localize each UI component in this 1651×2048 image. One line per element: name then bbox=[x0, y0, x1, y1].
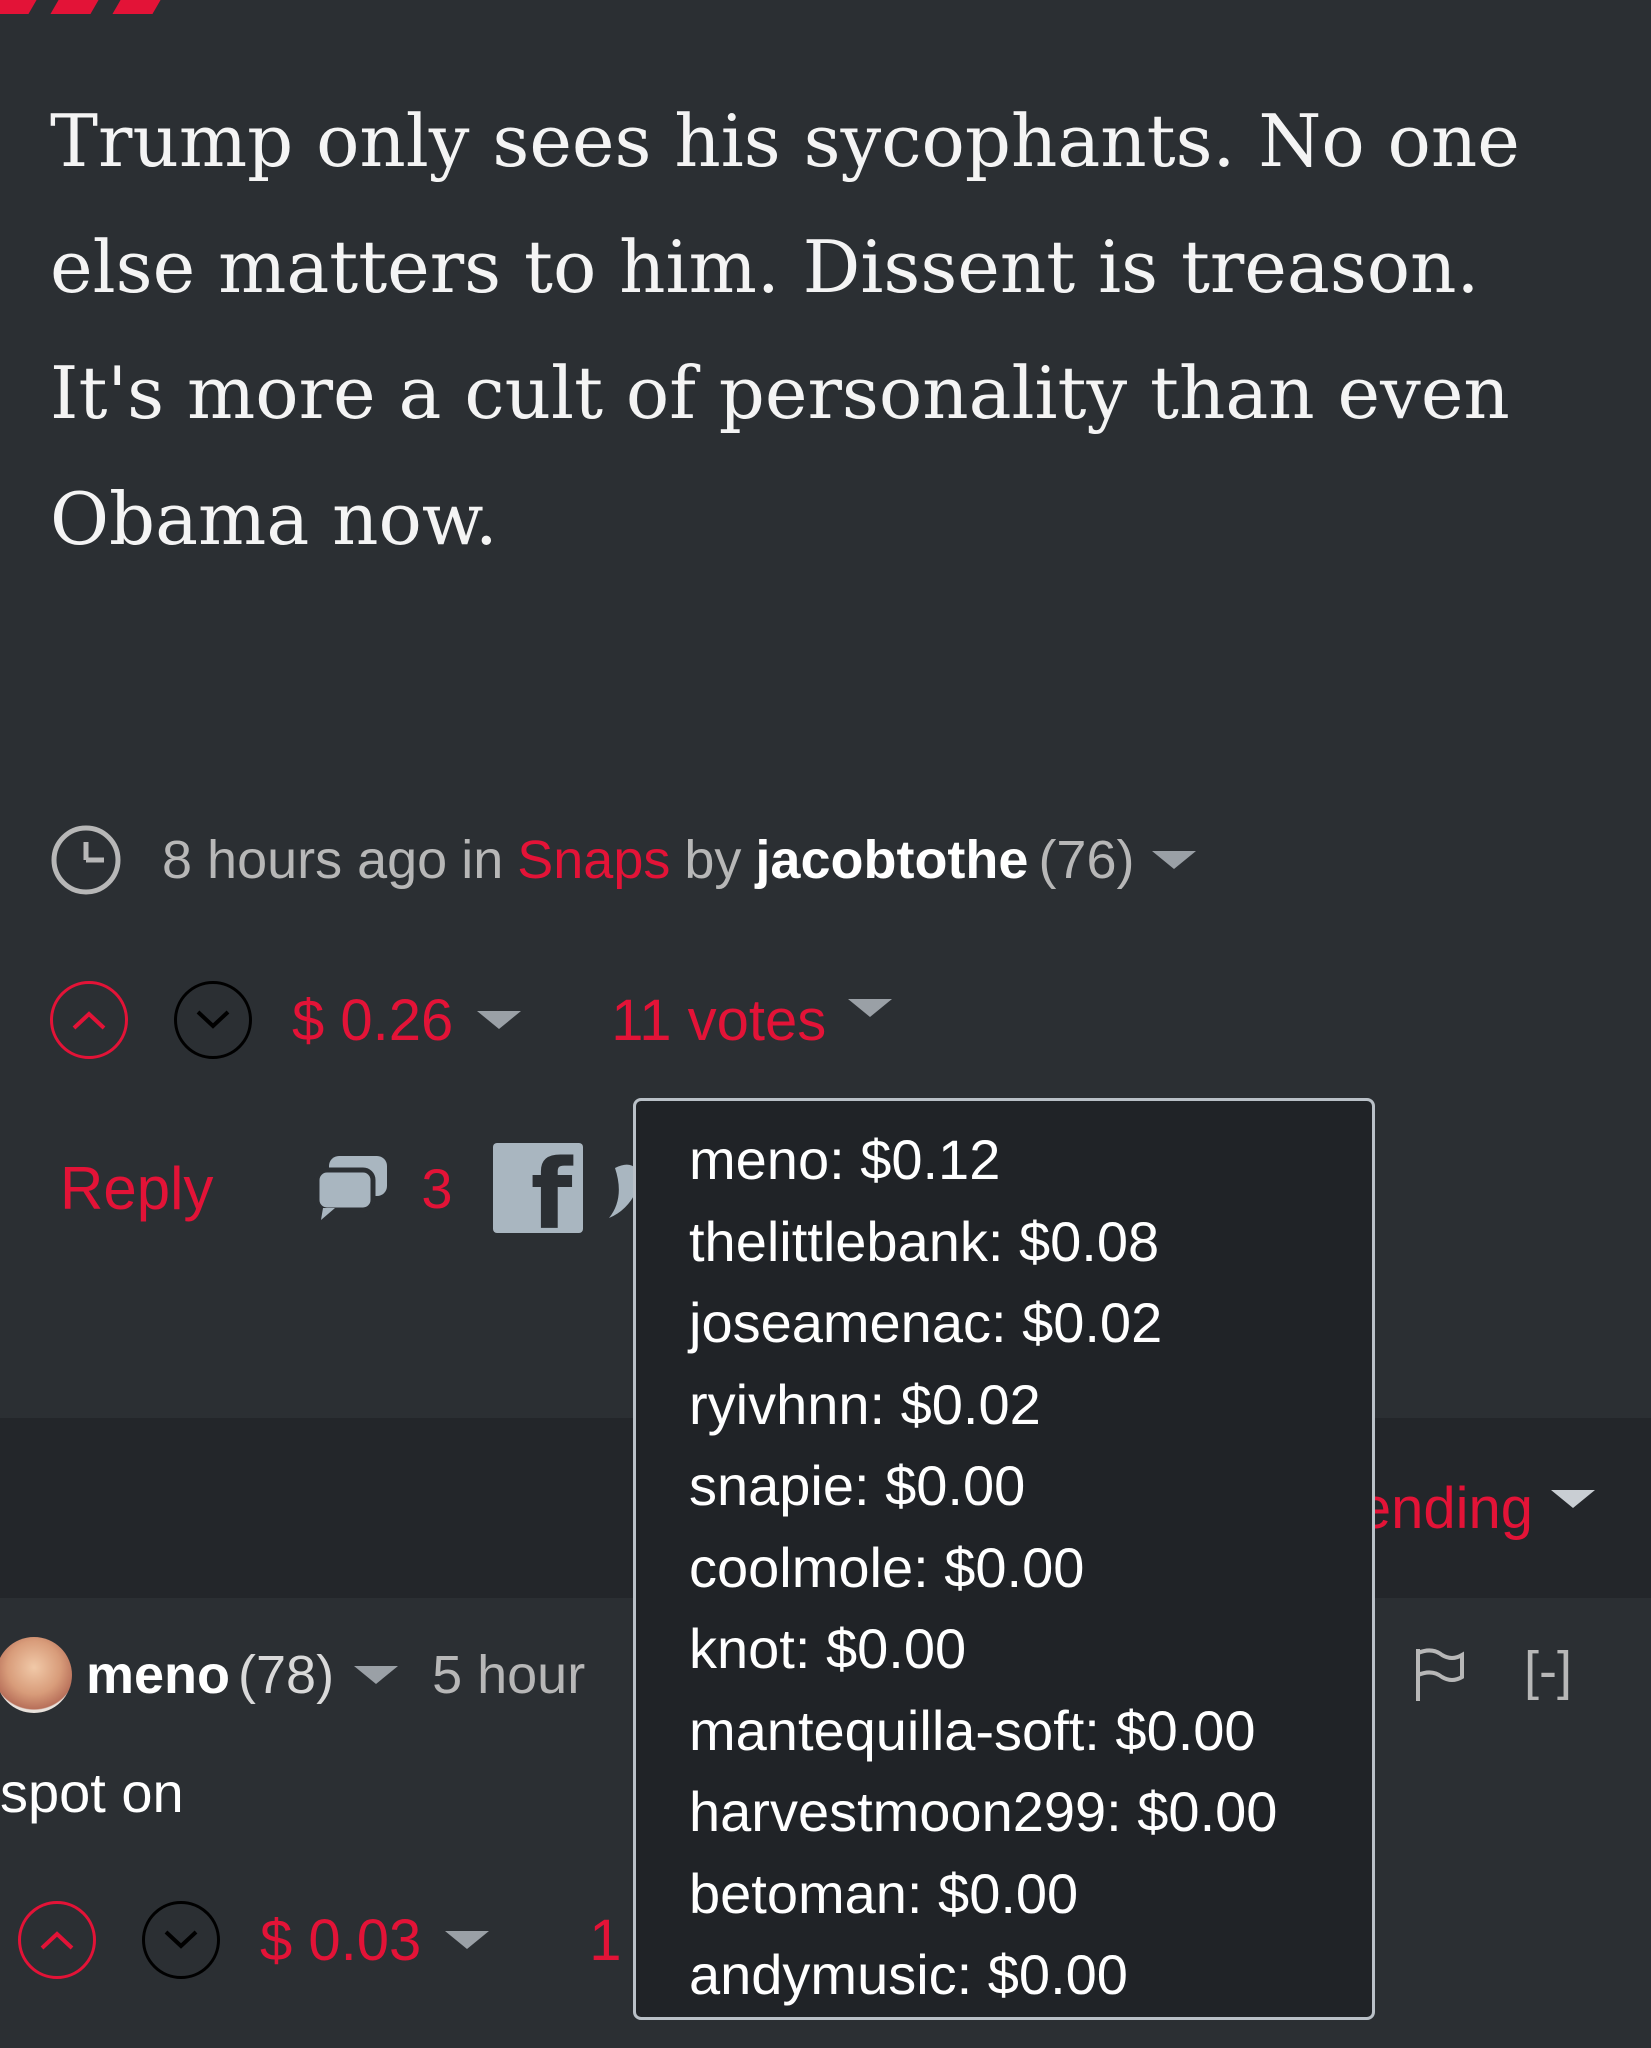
post-votes-row: $ 0.26 11 votes bbox=[50, 975, 893, 1065]
avatar[interactable] bbox=[0, 1637, 72, 1713]
clock-icon bbox=[51, 825, 121, 895]
voter-item[interactable]: thelittlebank: $0.08 bbox=[689, 1201, 1372, 1283]
chevron-down-icon[interactable] bbox=[445, 1931, 490, 1949]
downvote-icon[interactable] bbox=[142, 1901, 220, 1979]
author-reputation: (76) bbox=[1038, 830, 1135, 890]
comment-votes-count[interactable]: 1 bbox=[589, 1907, 621, 1974]
page: Trump only sees his sycophants. No one e… bbox=[0, 0, 1651, 2048]
in-label: in bbox=[461, 830, 504, 890]
voter-item[interactable]: harvestmoon299: $0.00 bbox=[689, 1771, 1372, 1853]
collapse-button[interactable]: [-] bbox=[1524, 1640, 1572, 1702]
comment-author-reputation: (78) bbox=[238, 1645, 335, 1705]
voter-item[interactable]: coolmole: $0.00 bbox=[689, 1527, 1372, 1609]
post-body: Trump only sees his sycophants. No one e… bbox=[50, 99, 1520, 561]
post-actions: Reply 3 f bbox=[60, 1138, 645, 1238]
voter-item[interactable]: betoman: $0.00 bbox=[689, 1853, 1372, 1935]
comment-time[interactable]: 5 hour bbox=[432, 1644, 585, 1706]
chevron-down-icon[interactable] bbox=[848, 999, 893, 1017]
chevron-down-icon[interactable] bbox=[1152, 851, 1197, 869]
votes-count[interactable]: 11 votes bbox=[611, 987, 826, 1054]
logo-slash bbox=[0, 0, 52, 14]
category-link[interactable]: Snaps bbox=[517, 829, 670, 891]
comment-body: spot on bbox=[0, 1761, 184, 1824]
by-label: by bbox=[684, 830, 742, 890]
downvote-icon[interactable] bbox=[174, 981, 252, 1059]
site-logo[interactable] bbox=[0, 0, 760, 18]
comment-votes-row: $ 0.03 1 bbox=[18, 1895, 622, 1985]
logo-slash bbox=[112, 0, 176, 14]
comment-bubble-icon[interactable] bbox=[313, 1152, 391, 1224]
voter-item[interactable]: snapie: $0.00 bbox=[689, 1445, 1372, 1527]
chevron-down-icon[interactable] bbox=[477, 1011, 522, 1029]
voter-item[interactable]: andymusic: $0.00 bbox=[689, 1934, 1372, 2016]
voter-item[interactable]: knot: $0.00 bbox=[689, 1608, 1372, 1690]
voter-item[interactable]: meno: $0.12 bbox=[689, 1119, 1372, 1201]
comment-author[interactable]: meno bbox=[86, 1644, 230, 1706]
post-time[interactable]: 8 hours ago bbox=[162, 829, 447, 891]
post-meta: 8 hours ago in Snaps by jacobtothe (76) bbox=[50, 820, 1197, 900]
comment-payout[interactable]: $ 0.03 bbox=[260, 1907, 421, 1974]
logo-slash bbox=[50, 0, 114, 14]
post-payout[interactable]: $ 0.26 bbox=[292, 987, 453, 1054]
chevron-down-icon[interactable] bbox=[354, 1666, 399, 1684]
comment-count[interactable]: 3 bbox=[421, 1156, 452, 1221]
flag-icon[interactable] bbox=[1412, 1647, 1466, 1703]
author-link[interactable]: jacobtothe bbox=[755, 829, 1028, 891]
chevron-down-icon[interactable] bbox=[1551, 1489, 1595, 1508]
reply-button[interactable]: Reply bbox=[60, 1154, 213, 1223]
voter-item[interactable]: ryivhnn: $0.02 bbox=[689, 1364, 1372, 1446]
comment-header: meno (78) 5 hour bbox=[0, 1630, 585, 1720]
facebook-icon[interactable]: f bbox=[492, 1143, 583, 1233]
voter-item[interactable]: mantequilla-soft: $0.00 bbox=[689, 1690, 1372, 1772]
upvote-icon[interactable] bbox=[18, 1901, 96, 1979]
upvote-icon[interactable] bbox=[50, 981, 128, 1059]
voter-item[interactable]: joseamenac: $0.02 bbox=[689, 1282, 1372, 1364]
voters-tooltip: meno: $0.12 thelittlebank: $0.08 joseame… bbox=[633, 1098, 1375, 2020]
